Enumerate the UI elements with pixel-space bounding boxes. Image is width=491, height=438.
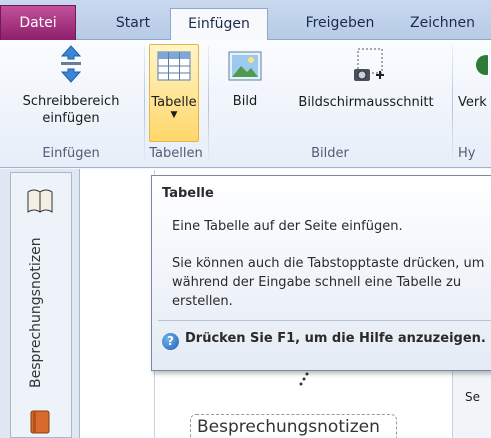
picture-icon xyxy=(228,51,262,81)
notebook-book-icon xyxy=(30,410,50,434)
link-icon xyxy=(476,55,491,75)
notebook-icon xyxy=(27,189,53,213)
group-separator xyxy=(144,46,145,166)
tab-start[interactable]: Start xyxy=(100,8,166,40)
group-label-bilder: Bilder xyxy=(311,146,349,161)
link-button[interactable]: Verk xyxy=(458,44,491,111)
tab-datei[interactable]: Datei xyxy=(0,5,76,40)
insert-space-button[interactable]: Schreibbereich einfügen xyxy=(4,44,138,127)
tooltip-title: Tabelle xyxy=(162,186,214,201)
notebook-label: Besprechungsnotizen xyxy=(28,237,44,388)
link-label: Verk xyxy=(458,95,487,110)
tooltip-help-row: ? Drücken Sie F1, um die Hilfe anzuzeigen… xyxy=(162,331,486,350)
picture-label: Bild xyxy=(232,94,258,109)
screen-clipping-icon xyxy=(354,48,384,81)
screen-clipping-button[interactable]: Bildschirmausschnitt xyxy=(282,44,450,111)
ribbon: Schreibbereich einfügen Tabelle ▼ Bild B… xyxy=(0,40,491,168)
insert-space-label: Schreibbereich einfügen xyxy=(22,94,120,126)
picture-button[interactable]: Bild xyxy=(220,44,270,110)
table-icon xyxy=(157,51,191,81)
chevron-down-icon: ▼ xyxy=(170,110,178,120)
table-tooltip: Tabelle Eine Tabelle auf der Seite einfü… xyxy=(151,175,491,371)
group-label-tabellen: Tabellen xyxy=(149,146,203,161)
screen-clipping-label: Bildschirmausschnitt xyxy=(298,95,434,110)
side-panel-label: Se xyxy=(465,390,480,404)
tooltip-tip: Sie können auch die Tabstopptaste drücke… xyxy=(172,256,485,309)
tab-zeichnen[interactable]: Zeichnen xyxy=(410,8,491,40)
help-icon: ? xyxy=(162,333,179,350)
tab-freigeben[interactable]: Freigeben xyxy=(290,8,390,40)
table-label: Tabelle xyxy=(151,95,197,110)
side-panel[interactable]: Se xyxy=(452,370,491,438)
tooltip-help-text: Drücken Sie F1, um die Hilfe anzuzeigen. xyxy=(185,331,486,346)
insert-space-icon xyxy=(60,45,82,83)
group-label-einfuegen: Einfügen xyxy=(42,146,100,161)
tooltip-divider xyxy=(158,320,491,321)
tooltip-description: Eine Tabelle auf der Seite einfügen. xyxy=(172,219,403,234)
ribbon-tab-bar: Datei Start Einfügen Freigeben Zeichnen xyxy=(0,0,491,41)
page-title-box[interactable]: Besprechungsnotizen xyxy=(190,414,397,438)
page-title: Besprechungsnotizen xyxy=(197,417,380,437)
group-label-hy: Hy xyxy=(458,146,476,161)
table-button[interactable]: Tabelle ▼ xyxy=(149,44,199,142)
group-separator xyxy=(208,46,209,166)
tab-einfuegen[interactable]: Einfügen xyxy=(170,8,268,41)
group-separator xyxy=(452,46,453,166)
